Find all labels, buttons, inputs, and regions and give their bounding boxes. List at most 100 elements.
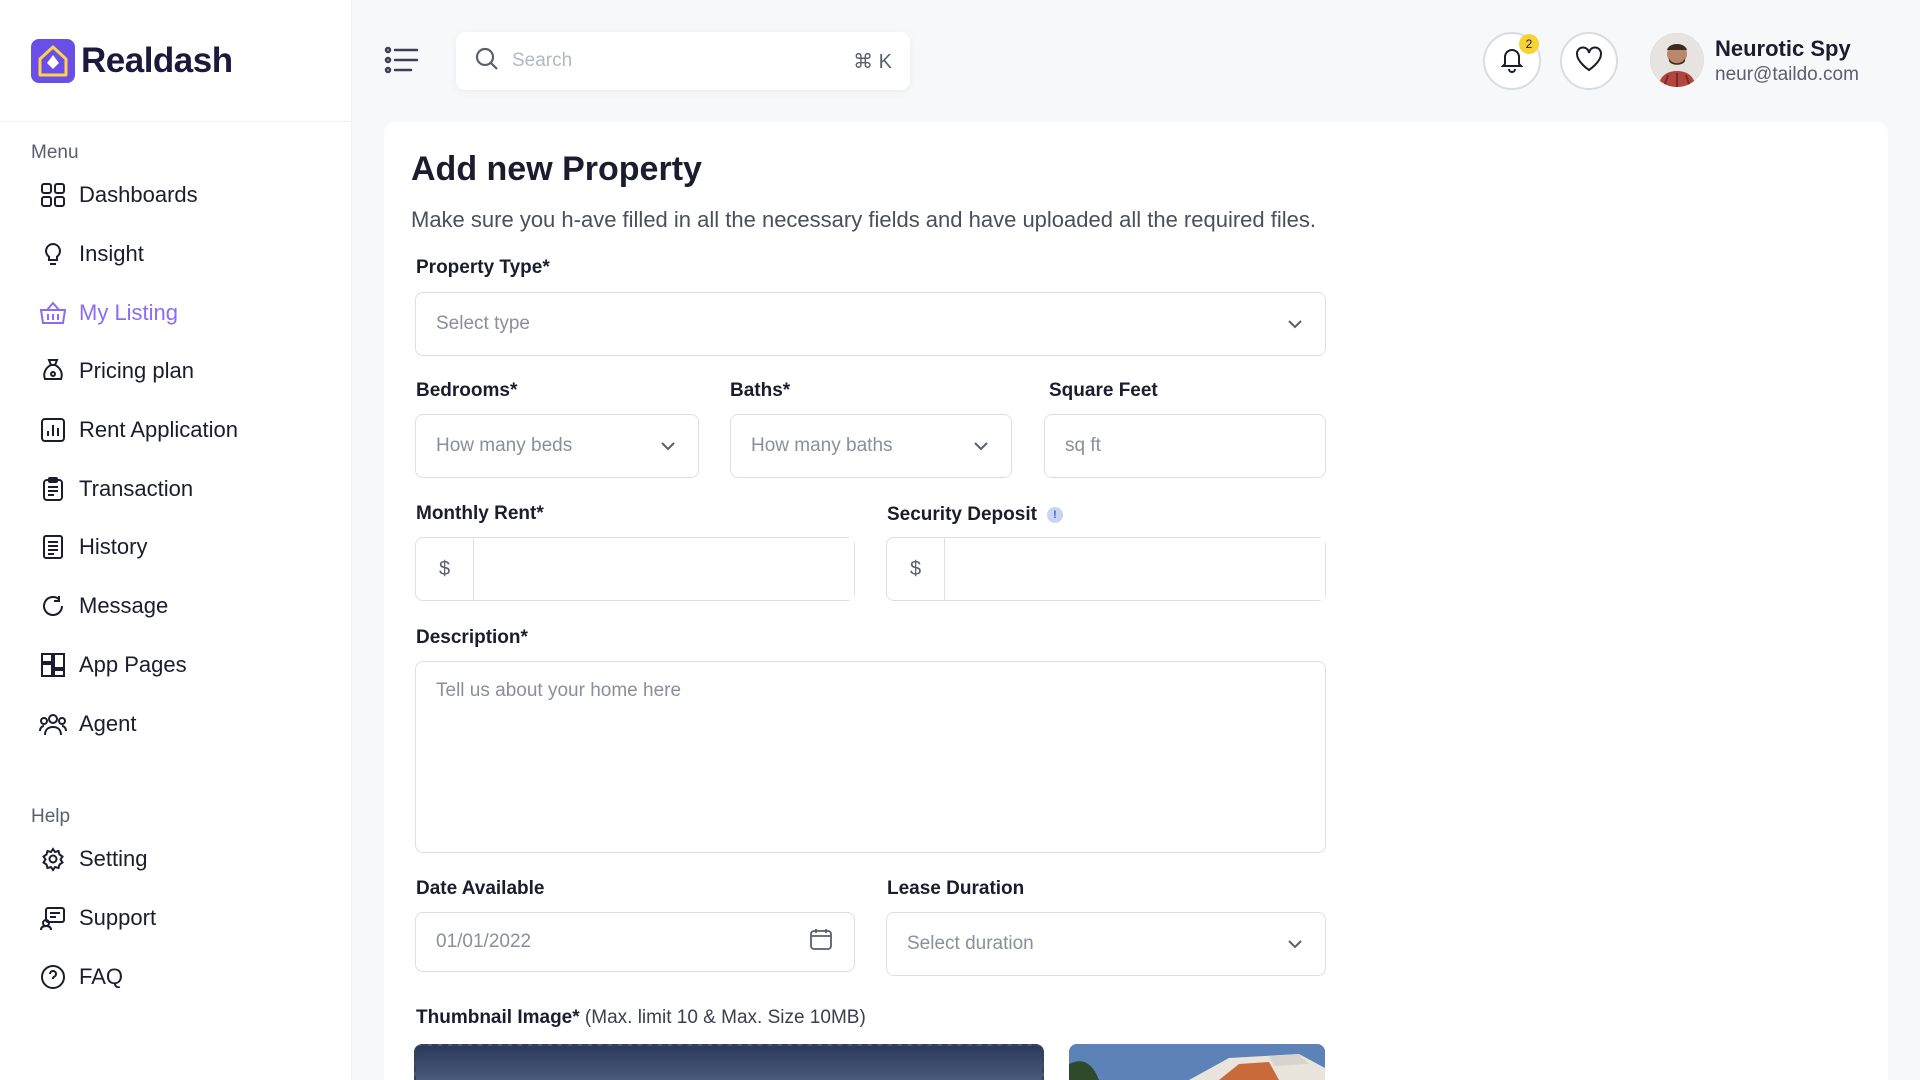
money-bag-icon (39, 357, 67, 385)
lightbulb-icon (39, 240, 67, 268)
description-label: Description* (416, 627, 528, 648)
chevron-down-icon (1285, 934, 1305, 954)
lease-duration-select[interactable]: Select duration (886, 912, 1326, 976)
sidebar-item-label: Dashboards (79, 182, 198, 208)
notification-badge: 2 (1519, 34, 1539, 54)
sidebar-item-agent[interactable]: Agent (31, 694, 351, 753)
search-input[interactable] (512, 50, 854, 72)
notifications-button[interactable]: 2 (1483, 32, 1541, 90)
brand-name: Realdash (81, 40, 233, 80)
layout-icon (39, 651, 67, 679)
thumbnail-preview-image[interactable] (1069, 1044, 1325, 1080)
security-deposit-label: Security Deposit! (887, 504, 1063, 526)
sidebar-item-label: FAQ (79, 963, 124, 989)
favorites-button[interactable] (1560, 32, 1618, 90)
date-available-input[interactable]: 01/01/2022 (415, 912, 855, 972)
help-section-title: Help (31, 806, 71, 827)
square-feet-label: Square Feet (1049, 380, 1158, 401)
sidebar-item-support[interactable]: Support (31, 889, 156, 948)
baths-placeholder: How many baths (751, 435, 893, 456)
document-icon (39, 533, 67, 561)
help-section: Help Setting Support FAQ (31, 800, 156, 1006)
page-title: Add new Property (411, 150, 702, 188)
sidebar: Realdash Menu Dashboards Insight My List… (0, 0, 352, 1080)
sidebar-item-insight[interactable]: Insight (31, 225, 351, 284)
lease-duration-placeholder: Select duration (907, 933, 1034, 954)
thumbnail-label: Thumbnail Image* (Max. limit 10 & Max. S… (416, 1007, 866, 1029)
grid-icon (39, 181, 67, 209)
currency-prefix: $ (887, 538, 945, 600)
date-available-value: 01/01/2022 (436, 931, 532, 952)
brand[interactable]: Realdash (0, 0, 351, 122)
thumbnail-upload-dropzone[interactable] (414, 1044, 1044, 1080)
search-bar[interactable]: ⌘ K (456, 32, 910, 90)
sidebar-item-label: History (79, 534, 148, 560)
chevron-down-icon (971, 436, 991, 456)
sidebar-item-label: My Listing (79, 299, 179, 325)
bedrooms-select[interactable]: How many beds (415, 414, 699, 478)
menu-section: Menu Dashboards Insight My Listing Prici… (0, 122, 351, 753)
security-deposit-input[interactable] (945, 538, 1325, 600)
realdash-logo-icon (31, 38, 75, 83)
monthly-rent-field[interactable]: $ (415, 537, 855, 601)
sidebar-item-label: Transaction (79, 475, 194, 501)
square-feet-input[interactable]: sq ft (1044, 414, 1326, 478)
calendar-icon[interactable] (808, 926, 834, 958)
user-email: neur@taildo.com (1715, 64, 1859, 85)
bedrooms-placeholder: How many beds (436, 435, 573, 456)
sidebar-item-label: Setting (79, 846, 148, 872)
thumbnail-label-text: Thumbnail Image* (416, 1007, 580, 1028)
avatar[interactable] (1650, 33, 1704, 87)
property-type-select[interactable]: Select type (415, 292, 1326, 356)
sidebar-item-rent-application[interactable]: Rent Application (31, 401, 351, 460)
monthly-rent-input[interactable] (474, 538, 854, 600)
user-name[interactable]: Neurotic Spy (1715, 36, 1851, 62)
sidebar-item-faq[interactable]: FAQ (31, 947, 156, 1006)
thumbnail-note: (Max. limit 10 & Max. Size 10MB) (584, 1007, 866, 1028)
sidebar-item-setting[interactable]: Setting (31, 830, 156, 889)
chat-icon (39, 592, 67, 620)
support-icon (39, 904, 67, 932)
sidebar-item-app-pages[interactable]: App Pages (31, 636, 351, 695)
search-icon (474, 46, 500, 77)
security-deposit-label-text: Security Deposit (887, 504, 1037, 525)
sidebar-item-message[interactable]: Message (31, 577, 351, 636)
info-icon[interactable]: ! (1046, 506, 1063, 523)
monthly-rent-label: Monthly Rent* (416, 503, 544, 524)
sidebar-item-label: Pricing plan (79, 358, 194, 384)
lease-duration-label: Lease Duration (887, 878, 1025, 899)
square-feet-placeholder: sq ft (1065, 435, 1101, 456)
page-subtitle: Make sure you h-ave filled in all the ne… (411, 207, 1316, 232)
bar-chart-icon (39, 416, 67, 444)
property-type-label: Property Type* (416, 257, 550, 278)
basket-icon (39, 299, 67, 327)
sidebar-item-label: Insight (79, 241, 144, 267)
sidebar-item-label: App Pages (79, 651, 187, 677)
menu-toggle-icon[interactable] (384, 46, 420, 76)
sidebar-item-history[interactable]: History (31, 518, 351, 577)
clipboard-icon (39, 475, 67, 503)
sidebar-item-label: Agent (79, 710, 137, 736)
property-type-placeholder: Select type (436, 313, 530, 334)
sidebar-item-label: Support (79, 905, 157, 931)
security-deposit-field[interactable]: $ (886, 537, 1326, 601)
bedrooms-label: Bedrooms* (416, 380, 518, 401)
chevron-down-icon (1285, 314, 1305, 334)
baths-select[interactable]: How many baths (730, 414, 1012, 478)
baths-label: Baths* (730, 380, 791, 401)
gear-icon (39, 845, 67, 873)
sidebar-item-my-listing[interactable]: My Listing (31, 283, 351, 342)
sidebar-item-transaction[interactable]: Transaction (31, 459, 351, 518)
sidebar-item-label: Message (79, 593, 169, 619)
sidebar-item-dashboards[interactable]: Dashboards (31, 166, 351, 225)
chevron-down-icon (658, 436, 678, 456)
sidebar-item-label: Rent Application (79, 417, 238, 443)
question-icon (39, 963, 67, 991)
date-available-label: Date Available (416, 878, 545, 899)
sidebar-item-pricing-plan[interactable]: Pricing plan (31, 342, 351, 401)
heart-icon (1574, 45, 1604, 78)
menu-section-title: Menu (31, 142, 79, 163)
currency-prefix: $ (416, 538, 474, 600)
search-shortcut: ⌘ K (853, 50, 892, 73)
description-textarea[interactable] (415, 661, 1326, 853)
